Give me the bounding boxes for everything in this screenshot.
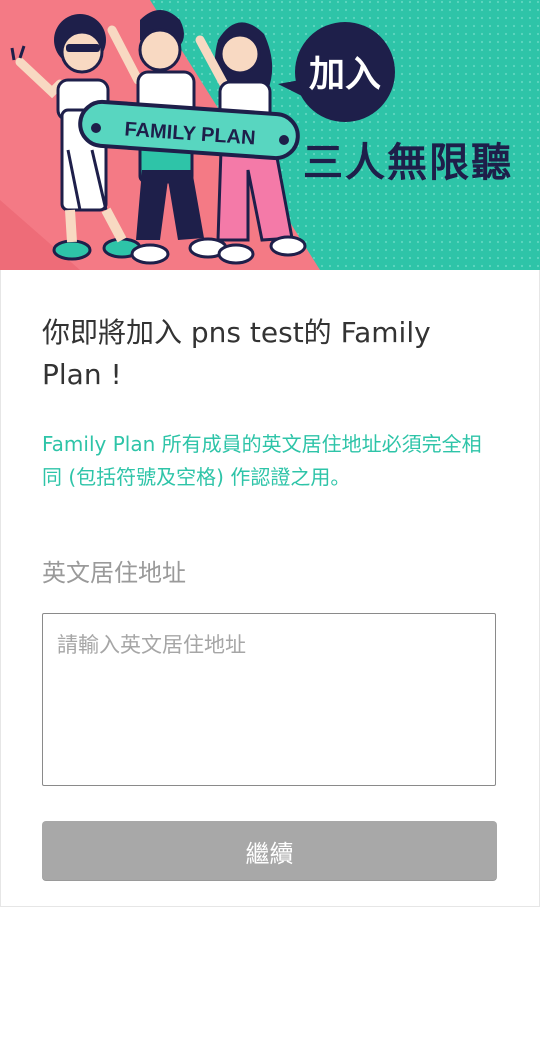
slogan-text: 三人無限聽 bbox=[303, 140, 513, 186]
invite-headline: 你即將加入 pns test的 Family Plan ! bbox=[42, 316, 431, 391]
address-input[interactable] bbox=[42, 613, 496, 786]
bubble-text: 加入 bbox=[309, 54, 381, 95]
continue-button[interactable]: 繼續 bbox=[42, 821, 497, 881]
address-label: 英文居住地址 bbox=[42, 559, 186, 587]
family-plan-banner: FAMILY PLAN 加入 三人無限聽 bbox=[0, 0, 540, 270]
address-requirement-notice: Family Plan 所有成員的英文居住地址必須完全相同 (包括符號及空格) … bbox=[42, 432, 482, 489]
